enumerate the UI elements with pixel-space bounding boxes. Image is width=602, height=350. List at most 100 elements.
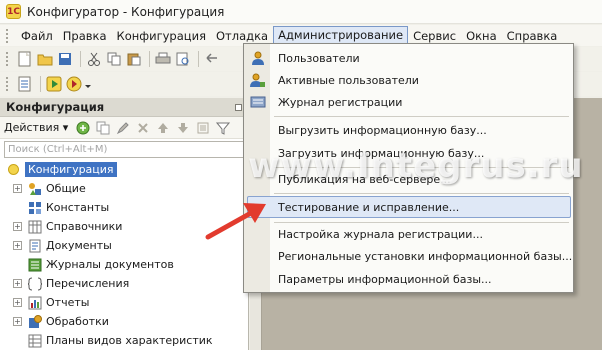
menu-item-test-and-repair[interactable]: Тестирование и исправление... <box>244 196 573 218</box>
tree-item-label: Общие <box>46 182 86 195</box>
menu-edit[interactable]: Правка <box>58 27 112 45</box>
toolbar-separator <box>40 76 41 92</box>
copy-icon[interactable] <box>105 50 123 68</box>
sort-icon[interactable] <box>194 119 212 137</box>
new-document-icon[interactable] <box>16 50 34 68</box>
tree-item-label: Отчеты <box>46 296 90 309</box>
journals-icon <box>27 257 42 272</box>
documents-icon <box>27 238 42 253</box>
run-debug-icon[interactable] <box>45 75 63 93</box>
menu-item-web-publish[interactable]: Публикация на веб-сервере... <box>244 168 573 190</box>
constants-icon <box>27 200 42 215</box>
title-bar: 1С Конфигуратор - Конфигурация <box>0 0 602 24</box>
app-logo-icon: 1С <box>6 4 21 19</box>
expand-icon[interactable]: + <box>13 317 22 326</box>
print-icon[interactable] <box>154 50 172 68</box>
preview-icon[interactable] <box>174 50 192 68</box>
menu-windows[interactable]: Окна <box>461 27 502 45</box>
copy-item-icon[interactable] <box>94 119 112 137</box>
panel-actions-bar: Действия ▾ <box>0 117 248 139</box>
search-input[interactable] <box>4 141 244 158</box>
undo-icon[interactable] <box>203 50 221 68</box>
run-enterprise-icon[interactable] <box>65 75 93 93</box>
menu-item-regional-settings[interactable]: Региональные установки информационной ба… <box>244 245 573 267</box>
toolbar-grip <box>6 77 10 91</box>
menubar-grip <box>6 28 10 43</box>
active-users-icon <box>250 72 266 88</box>
menu-separator <box>274 193 569 194</box>
toolbar-separator <box>198 51 199 67</box>
menu-item-label: Активные пользователи <box>278 73 419 87</box>
actions-label: Действия <box>4 121 60 134</box>
tree-item-common[interactable]: + Общие <box>0 179 249 198</box>
menu-item-label: Публикация на веб-сервере... <box>278 172 451 186</box>
menu-file[interactable]: Файл <box>16 27 58 45</box>
edit-icon[interactable] <box>114 119 132 137</box>
menu-item-active-users[interactable]: Активные пользователи <box>244 69 573 91</box>
menu-item-label: Загрузить информационную базу... <box>278 146 485 160</box>
tree-item-label: Обработки <box>46 315 109 328</box>
menu-item-label: Пользователи <box>278 51 360 65</box>
tree-item-label: Константы <box>46 201 110 214</box>
menu-help[interactable]: Справка <box>502 27 563 45</box>
catalogs-icon <box>27 219 42 234</box>
expand-icon[interactable]: + <box>13 279 22 288</box>
tree-item-label: Справочники <box>46 220 123 233</box>
reports-icon <box>27 295 42 310</box>
metadata-tree: Конфигурация + Общие Константы + Справоч… <box>0 160 249 350</box>
actions-dropdown[interactable]: Действия ▾ <box>4 121 68 134</box>
module-list-icon[interactable] <box>16 75 34 93</box>
filter-icon[interactable] <box>214 119 232 137</box>
menu-item-label: Журнал регистрации <box>278 95 403 109</box>
expand-icon[interactable]: + <box>13 241 22 250</box>
enumerations-icon <box>27 276 42 291</box>
tree-item-reports[interactable]: + Отчеты <box>0 293 249 312</box>
tree-root[interactable]: Конфигурация <box>0 160 249 179</box>
menu-item-users[interactable]: Пользователи <box>244 47 573 69</box>
pin-icon[interactable] <box>235 103 242 111</box>
menu-item-import-ib[interactable]: Загрузить информационную базу... <box>244 142 573 164</box>
menu-separator <box>274 116 569 117</box>
menu-item-event-log-settings[interactable]: Настройка журнала регистрации... <box>244 223 573 245</box>
move-down-icon[interactable] <box>174 119 192 137</box>
configuration-panel: Конфигурация Действия ▾ Поиск (Ctrl+Alt+… <box>0 98 249 350</box>
expand-icon[interactable]: + <box>13 184 22 193</box>
tree-item-processing[interactable]: + Обработки <box>0 312 249 331</box>
tree-item-catalogs[interactable]: + Справочники <box>0 217 249 236</box>
tree-item-characteristics[interactable]: Планы видов характеристик <box>0 331 249 350</box>
paste-icon[interactable] <box>125 50 143 68</box>
configuration-root-icon <box>8 164 19 175</box>
expand-icon[interactable]: + <box>13 222 22 231</box>
move-up-icon[interactable] <box>154 119 172 137</box>
menu-item-ib-parameters[interactable]: Параметры информационной базы... <box>244 268 573 290</box>
window-title: Конфигуратор - Конфигурация <box>27 4 225 19</box>
user-icon <box>250 50 266 66</box>
expand-icon[interactable]: + <box>13 298 22 307</box>
menu-item-export-ib[interactable]: Выгрузить информационную базу... <box>244 119 573 141</box>
tree-item-label: Документы <box>46 239 112 252</box>
processing-icon <box>27 314 42 329</box>
toolbar-separator <box>80 51 81 67</box>
menu-configuration[interactable]: Конфигурация <box>112 27 211 45</box>
add-icon[interactable] <box>74 119 92 137</box>
shapes-icon <box>27 181 42 196</box>
tree-root-label: Конфигурация <box>25 162 117 177</box>
menu-item-event-log[interactable]: Журнал регистрации <box>244 91 573 113</box>
tree-item-label: Планы видов характеристик <box>46 334 213 347</box>
tree-item-journals[interactable]: Журналы документов <box>0 255 249 274</box>
toolbar-separator <box>149 51 150 67</box>
tree-item-constants[interactable]: Константы <box>0 198 249 217</box>
menu-item-label: Региональные установки информационной ба… <box>278 249 573 263</box>
toolbar-grip <box>6 52 10 66</box>
save-icon[interactable] <box>56 50 74 68</box>
open-folder-icon[interactable] <box>36 50 54 68</box>
tree-item-enumerations[interactable]: + Перечисления <box>0 274 249 293</box>
menu-debug[interactable]: Отладка <box>211 27 273 45</box>
characteristics-icon <box>27 333 42 348</box>
cut-icon[interactable] <box>85 50 103 68</box>
delete-icon[interactable] <box>134 119 152 137</box>
tree-item-documents[interactable]: + Документы <box>0 236 249 255</box>
administration-menu: Пользователи Активные пользователи Журна… <box>243 43 574 293</box>
tree-item-label: Перечисления <box>46 277 130 290</box>
menu-service[interactable]: Сервис <box>408 27 461 45</box>
